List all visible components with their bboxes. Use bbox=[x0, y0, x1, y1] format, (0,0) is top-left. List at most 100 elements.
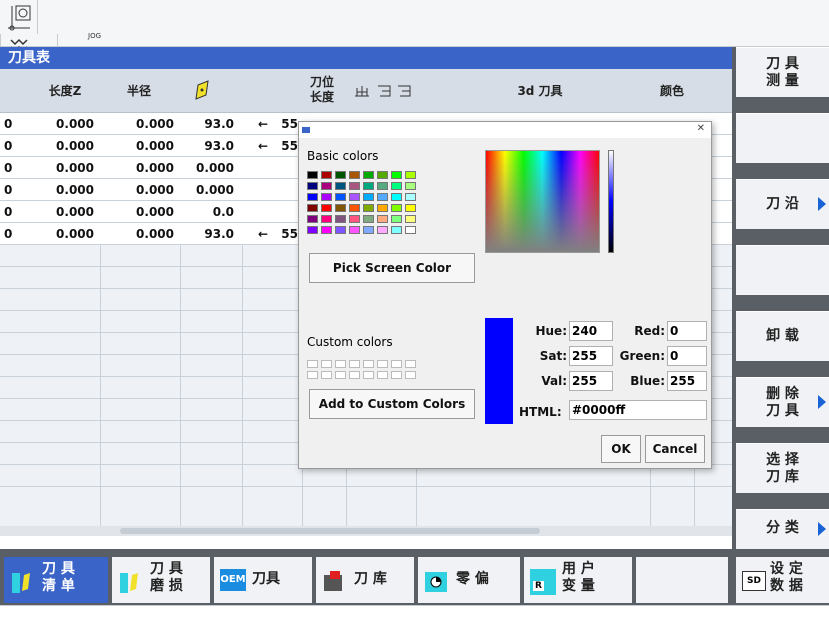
bottom-key-setting-data[interactable]: SD 设 定数 据 bbox=[736, 557, 829, 603]
basic-color-swatch[interactable] bbox=[335, 215, 346, 223]
basic-color-swatch[interactable] bbox=[363, 226, 374, 234]
softkey-cutting-edge[interactable]: 刀 沿 bbox=[736, 179, 829, 229]
custom-color-swatch[interactable] bbox=[405, 360, 416, 368]
basic-color-swatch[interactable] bbox=[405, 171, 416, 179]
basic-color-swatch[interactable] bbox=[377, 171, 388, 179]
basic-color-swatch[interactable] bbox=[307, 204, 318, 212]
basic-color-swatch[interactable] bbox=[307, 193, 318, 201]
col-radius[interactable]: 半径 bbox=[100, 69, 178, 113]
basic-color-swatch[interactable] bbox=[349, 226, 360, 234]
basic-color-swatch[interactable] bbox=[363, 182, 374, 190]
custom-color-swatch[interactable] bbox=[307, 360, 318, 368]
col-3d-tool[interactable]: 3d 刀具 bbox=[470, 69, 610, 113]
basic-color-swatch[interactable] bbox=[363, 204, 374, 212]
basic-color-swatch[interactable] bbox=[377, 193, 388, 201]
custom-color-swatch[interactable] bbox=[405, 371, 416, 379]
basic-color-swatch[interactable] bbox=[321, 204, 332, 212]
bottom-key-tool-wear[interactable]: 刀 具磨 损 bbox=[112, 557, 210, 603]
dialog-titlebar[interactable] bbox=[299, 122, 711, 138]
basic-color-swatch[interactable] bbox=[391, 182, 402, 190]
basic-color-swatch[interactable] bbox=[405, 226, 416, 234]
basic-color-swatch[interactable] bbox=[363, 215, 374, 223]
custom-color-swatch[interactable] bbox=[377, 371, 388, 379]
close-icon[interactable]: ✕ bbox=[697, 123, 705, 134]
basic-color-swatch[interactable] bbox=[391, 215, 402, 223]
bottom-key-empty[interactable] bbox=[636, 557, 728, 603]
basic-color-swatch[interactable] bbox=[335, 193, 346, 201]
coordinate-icon[interactable] bbox=[0, 0, 38, 34]
custom-color-swatch[interactable] bbox=[377, 360, 388, 368]
bottom-key-oem-tool[interactable]: OEM 刀具 bbox=[214, 557, 312, 603]
basic-color-swatch[interactable] bbox=[405, 182, 416, 190]
basic-color-swatch[interactable] bbox=[307, 226, 318, 234]
green-input[interactable]: 0 bbox=[667, 346, 707, 366]
softkey-select-magazine[interactable]: 选 择刀 库 bbox=[736, 443, 829, 493]
basic-color-swatch[interactable] bbox=[377, 182, 388, 190]
basic-color-swatch[interactable] bbox=[349, 171, 360, 179]
bottom-key-magazine[interactable]: 刀 库 bbox=[316, 557, 414, 603]
red-input[interactable]: 0 bbox=[667, 321, 707, 341]
basic-color-swatch[interactable] bbox=[335, 226, 346, 234]
add-custom-colors-button[interactable]: Add to Custom Colors bbox=[309, 389, 475, 419]
basic-color-swatch[interactable] bbox=[363, 171, 374, 179]
col-length-z[interactable]: 长度Z bbox=[30, 69, 100, 113]
col-color[interactable]: 颜色 bbox=[650, 69, 694, 113]
basic-color-swatch[interactable] bbox=[321, 226, 332, 234]
softkey-delete-tool[interactable]: 删 除刀 具 bbox=[736, 377, 829, 427]
bottom-key-work-offset[interactable]: 零 偏 bbox=[418, 557, 520, 603]
basic-color-swatch[interactable] bbox=[377, 204, 388, 212]
basic-color-swatch[interactable] bbox=[349, 204, 360, 212]
softkey-empty-4[interactable] bbox=[736, 245, 829, 295]
hue-input[interactable]: 240 bbox=[569, 321, 613, 341]
basic-color-swatch[interactable] bbox=[335, 204, 346, 212]
horizontal-scrollbar[interactable] bbox=[0, 526, 732, 536]
ok-button[interactable]: OK bbox=[601, 435, 641, 463]
basic-color-swatch[interactable] bbox=[391, 226, 402, 234]
basic-color-swatch[interactable] bbox=[321, 182, 332, 190]
bottom-key-user-variables[interactable]: R 用 户变 量 bbox=[524, 557, 632, 603]
custom-color-swatch[interactable] bbox=[321, 371, 332, 379]
basic-color-swatch[interactable] bbox=[349, 193, 360, 201]
custom-color-swatch[interactable] bbox=[363, 360, 374, 368]
custom-color-swatch[interactable] bbox=[391, 371, 402, 379]
basic-color-swatch[interactable] bbox=[377, 226, 388, 234]
custom-color-swatch[interactable] bbox=[349, 360, 360, 368]
val-input[interactable]: 255 bbox=[569, 371, 613, 391]
basic-color-swatch[interactable] bbox=[363, 193, 374, 201]
bottom-key-tool-list[interactable]: 刀 具清 单 bbox=[4, 557, 108, 603]
basic-color-swatch[interactable] bbox=[335, 171, 346, 179]
basic-color-swatch[interactable] bbox=[391, 171, 402, 179]
basic-color-swatch[interactable] bbox=[391, 193, 402, 201]
basic-color-swatch[interactable] bbox=[405, 204, 416, 212]
basic-color-swatch[interactable] bbox=[307, 182, 318, 190]
softkey-unload[interactable]: 卸 载 bbox=[736, 311, 829, 361]
basic-color-swatch[interactable] bbox=[405, 215, 416, 223]
custom-color-swatch[interactable] bbox=[321, 360, 332, 368]
pick-screen-color-button[interactable]: Pick Screen Color bbox=[309, 253, 475, 283]
softkey-empty-2[interactable] bbox=[736, 113, 829, 163]
color-spectrum[interactable] bbox=[485, 150, 600, 253]
luminance-slider[interactable] bbox=[608, 150, 614, 253]
blue-input[interactable]: 255 bbox=[667, 371, 707, 391]
basic-color-swatch[interactable] bbox=[321, 215, 332, 223]
basic-color-swatch[interactable] bbox=[405, 193, 416, 201]
custom-color-swatch[interactable] bbox=[307, 371, 318, 379]
softkey-sort[interactable]: 分 类 bbox=[736, 509, 829, 549]
custom-color-swatch[interactable] bbox=[363, 371, 374, 379]
basic-color-swatch[interactable] bbox=[391, 204, 402, 212]
custom-color-swatch[interactable] bbox=[349, 371, 360, 379]
scroll-thumb[interactable] bbox=[120, 528, 540, 534]
basic-color-swatch[interactable] bbox=[349, 215, 360, 223]
col-tool-pos[interactable]: 刀位 长度 bbox=[302, 69, 342, 113]
basic-color-swatch[interactable] bbox=[377, 215, 388, 223]
basic-color-swatch[interactable] bbox=[307, 171, 318, 179]
html-input[interactable]: #0000ff bbox=[569, 400, 707, 420]
softkey-tool-measure[interactable]: 刀 具测 量 bbox=[736, 47, 829, 97]
basic-color-swatch[interactable] bbox=[321, 193, 332, 201]
basic-color-swatch[interactable] bbox=[335, 182, 346, 190]
cancel-button[interactable]: Cancel bbox=[645, 435, 705, 463]
basic-color-swatch[interactable] bbox=[307, 215, 318, 223]
sat-input[interactable]: 255 bbox=[569, 346, 613, 366]
basic-color-swatch[interactable] bbox=[349, 182, 360, 190]
custom-color-swatch[interactable] bbox=[335, 371, 346, 379]
